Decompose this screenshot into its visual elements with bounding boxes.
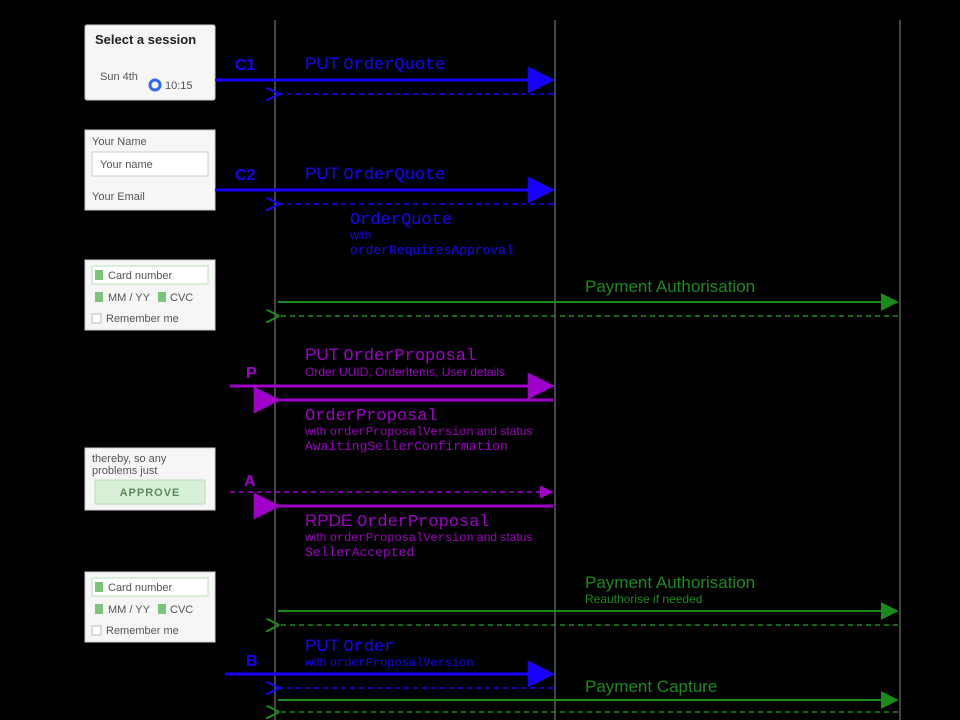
svg-text:Card number: Card number — [108, 270, 173, 282]
approve-button: APPROVE — [120, 487, 181, 499]
mockup-session-title: Select a session — [95, 32, 196, 47]
msg-pay2-sub: Reauthorise if needed — [585, 592, 702, 606]
svg-text:CVC: CVC — [170, 604, 193, 616]
mockup-card-1: Card number MM / YY CVC Remember me — [85, 260, 215, 330]
calendar-icon — [95, 292, 103, 302]
sequence-diagram: Select a session Sun 4th 10:15 C1 PUT Or… — [0, 0, 960, 720]
svg-text:MM / YY: MM / YY — [108, 292, 151, 304]
svg-text:Remember me: Remember me — [106, 313, 179, 325]
calendar-icon — [95, 604, 103, 614]
mockup-approve: thereby, so any problems just APPROVE — [85, 448, 215, 510]
msg-c2-resp-mono: orderRequiresApproval — [350, 243, 514, 258]
svg-text:Card number: Card number — [108, 582, 173, 594]
svg-text:CVC: CVC — [170, 292, 193, 304]
svg-text:MM / YY: MM / YY — [108, 604, 151, 616]
checkbox-icon — [92, 314, 101, 323]
step-label-b: B — [246, 653, 258, 670]
label-your-email: Your Email — [92, 191, 145, 203]
lock-icon — [158, 604, 166, 614]
msg-a-resp-l1: with orderProposalVersion and status — [304, 530, 532, 545]
step-label-c2: C2 — [235, 167, 256, 184]
step-label-c1: C1 — [235, 57, 256, 74]
msg-pay3: Payment Capture — [585, 677, 717, 696]
msg-pay1: Payment Authorisation — [585, 277, 755, 296]
msg-b-sub: with orderProposalVersion — [304, 655, 474, 670]
mockup-card-2: Card number MM / YY CVC Remember me — [85, 572, 215, 642]
msg-c2: PUT OrderQuote — [305, 164, 445, 185]
msg-a-resp-l2: SellerAccepted — [305, 545, 414, 560]
mockup-session-day: Sun 4th — [100, 71, 138, 83]
step-label-a: A — [244, 473, 256, 490]
msg-a-resp: RPDE OrderProposal — [305, 511, 490, 532]
mockup-session-time: 10:15 — [165, 80, 193, 92]
svg-text:problems just: problems just — [92, 465, 157, 477]
svg-text:thereby, so any: thereby, so any — [92, 453, 167, 465]
lock-icon — [158, 292, 166, 302]
msg-b: PUT Order — [305, 636, 394, 657]
card-icon — [95, 270, 103, 280]
label-your-name: Your Name — [92, 136, 147, 148]
msg-c1: PUT OrderQuote — [305, 54, 445, 75]
msg-c2-resp-with: with — [349, 228, 371, 242]
placeholder-your-name: Your name — [100, 159, 153, 171]
msg-pay2: Payment Authorisation — [585, 573, 755, 592]
mockup-user-form: Your Name Your name Your Email — [85, 130, 215, 210]
svg-text:Remember me: Remember me — [106, 625, 179, 637]
mockup-session-select: Select a session Sun 4th 10:15 — [85, 25, 215, 100]
msg-p-resp-l1: with orderProposalVersion and status — [304, 424, 532, 439]
card-icon — [95, 582, 103, 592]
msg-p: PUT OrderProposal — [305, 345, 476, 366]
checkbox-icon — [92, 626, 101, 635]
step-label-p: P — [246, 365, 257, 382]
msg-p-resp-l2: AwaitingSellerConfirmation — [305, 439, 508, 454]
msg-p-sub: Order UUID, OrderItems, User details — [305, 365, 505, 379]
